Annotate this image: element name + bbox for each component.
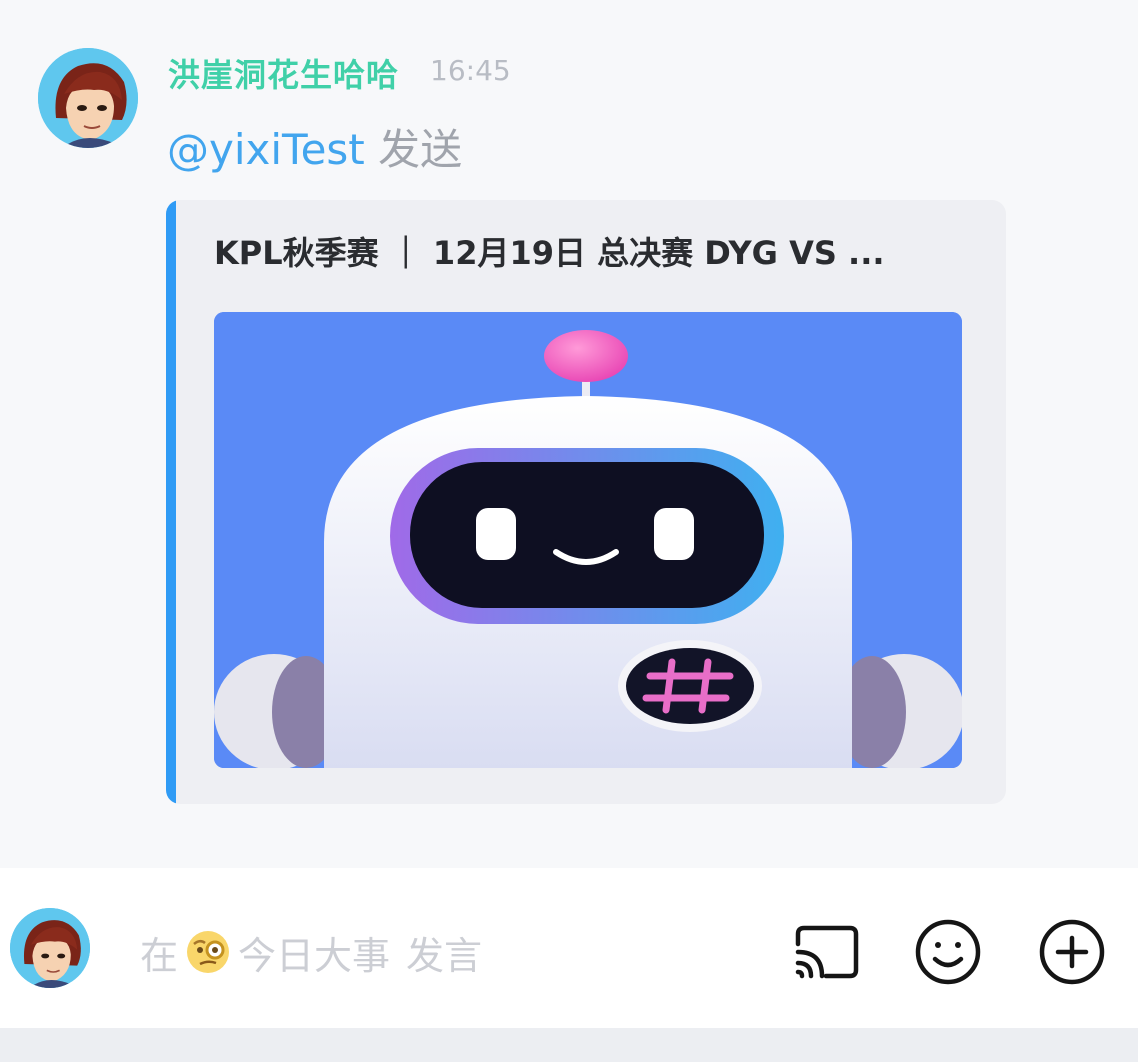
monocle-face-emoji-icon	[184, 928, 232, 976]
sender-name[interactable]: 洪崖洞花生哈哈	[168, 50, 399, 96]
emoji-icon[interactable]	[914, 918, 982, 986]
cast-icon[interactable]	[792, 918, 860, 986]
card-accent-bar	[166, 200, 176, 804]
plus-circle-icon[interactable]	[1038, 918, 1106, 986]
mention-link[interactable]: @yixiTest	[167, 125, 365, 174]
robot-mascot-image[interactable]	[214, 312, 962, 768]
sender-avatar[interactable]	[38, 48, 138, 148]
placeholder-prefix: 在	[140, 933, 179, 978]
channel-name: 今日大事	[238, 933, 391, 978]
bottom-strip	[0, 1028, 1138, 1062]
placeholder-suffix: 发言	[406, 933, 483, 978]
card-title[interactable]: KPL秋季赛 ｜ 12月19日 总决赛 DYG VS ...	[214, 228, 954, 274]
self-avatar[interactable]	[10, 908, 90, 988]
message-time: 16:45	[430, 54, 511, 87]
link-preview-card[interactable]: KPL秋季赛 ｜ 12月19日 总决赛 DYG VS ...	[166, 200, 1006, 804]
message-body: 发送	[364, 125, 463, 174]
message-input[interactable]: 在 今日大事 发言	[140, 926, 482, 978]
message-text: @yixiTest 发送	[167, 116, 462, 177]
